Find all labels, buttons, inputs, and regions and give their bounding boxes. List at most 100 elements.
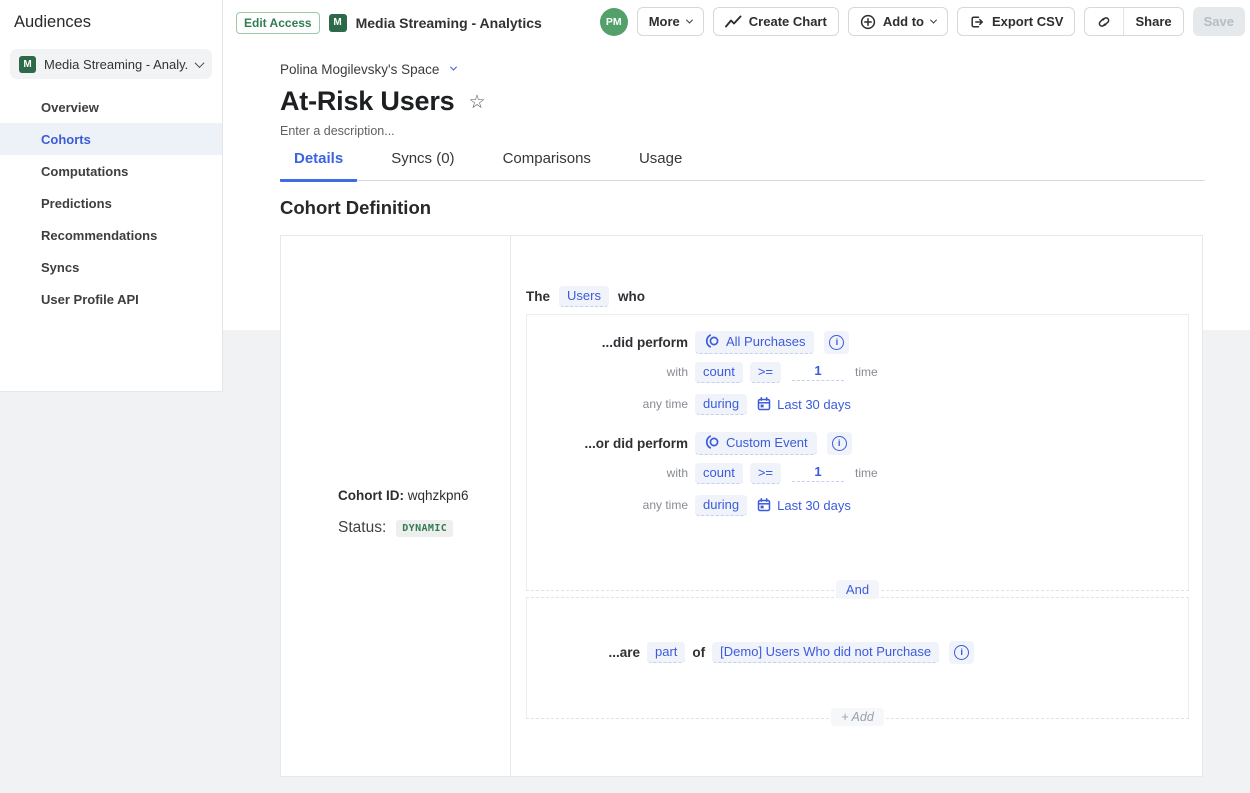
sidebar-title: Audiences	[14, 13, 91, 32]
cohort-id-label: Cohort ID:	[338, 488, 404, 503]
cohort-pill[interactable]: [Demo] Users Who did not Purchase	[712, 642, 939, 663]
tab-bar: Details Syncs (0) Comparisons Usage	[280, 150, 696, 182]
line-chart-icon	[725, 15, 742, 28]
event-row-label: ...or did perform	[527, 436, 688, 451]
date-range-label: Last 30 days	[777, 397, 851, 412]
tab-details[interactable]: Details	[280, 150, 357, 182]
date-range-label: Last 30 days	[777, 498, 851, 513]
membership-row-label: ...are	[527, 645, 640, 660]
info-icon[interactable]: i	[949, 641, 974, 664]
timeframe-row: any time during Last 30 days	[527, 393, 1188, 415]
project-selector[interactable]: M Media Streaming - Analy...	[10, 49, 212, 79]
event-name: All Purchases	[726, 334, 805, 349]
more-label: More	[649, 14, 680, 29]
project-name: Media Streaming - Analytics	[356, 15, 542, 31]
tab-usage[interactable]: Usage	[625, 150, 696, 182]
event-name: Custom Event	[726, 435, 808, 450]
project-selector-label: Media Streaming - Analy...	[44, 57, 188, 72]
status-row: Status: DYNAMIC	[338, 519, 453, 537]
breadcrumb[interactable]: Polina Mogilevsky's Space	[280, 62, 456, 77]
export-csv-button[interactable]: Export CSV	[957, 7, 1076, 36]
event-pill-all-purchases[interactable]: All Purchases	[695, 331, 814, 354]
count-value-input[interactable]	[792, 464, 844, 482]
info-icon[interactable]: i	[824, 331, 849, 354]
page-title[interactable]: At-Risk Users	[280, 86, 454, 117]
intro-who: who	[618, 289, 645, 304]
create-chart-label: Create Chart	[749, 14, 827, 29]
intro-the: The	[526, 289, 550, 304]
membership-row: ...are part of [Demo] Users Who did not …	[527, 640, 1188, 664]
aggregation-pill[interactable]: count	[695, 362, 743, 383]
count-row-label: with	[527, 466, 688, 480]
more-button[interactable]: More	[637, 7, 704, 36]
and-divider: And	[526, 580, 1189, 599]
sidebar-item-computations[interactable]: Computations	[0, 155, 222, 187]
page: Audiences M Media Streaming - Analy... O…	[0, 0, 1250, 793]
event-icon	[704, 334, 720, 348]
sidebar-item-overview[interactable]: Overview	[0, 91, 222, 123]
add-to-label: Add to	[883, 14, 924, 29]
link-icon	[1096, 14, 1112, 30]
aggregation-pill[interactable]: count	[695, 463, 743, 484]
sidebar-nav: Overview Cohorts Computations Prediction…	[0, 91, 222, 315]
builder-intro: The Users who	[526, 286, 645, 307]
chevron-down-icon	[686, 17, 693, 24]
chevron-down-icon	[450, 64, 457, 71]
count-value-input[interactable]	[792, 363, 844, 381]
timeframe-row-label: any time	[527, 397, 688, 411]
part-pill[interactable]: part	[647, 642, 685, 663]
count-unit: time	[855, 466, 878, 480]
add-filter-button[interactable]: + Add	[831, 708, 884, 726]
event-row: ...or did perform Custom Event i	[527, 431, 1188, 455]
create-chart-button[interactable]: Create Chart	[713, 7, 839, 36]
tab-comparisons[interactable]: Comparisons	[489, 150, 605, 182]
sidebar-item-recommendations[interactable]: Recommendations	[0, 219, 222, 251]
calendar-icon	[757, 498, 771, 512]
timeframe-row: any time during Last 30 days	[527, 494, 1188, 516]
save-button[interactable]: Save	[1193, 7, 1245, 36]
topbar-actions: PM More Create Chart Add to	[600, 7, 1245, 36]
membership-of: of	[692, 645, 705, 660]
cohort-builder: The Users who ...did perform All Purchas	[511, 236, 1204, 776]
description-placeholder[interactable]: Enter a description...	[280, 124, 395, 138]
sidebar-item-syncs[interactable]: Syncs	[0, 251, 222, 283]
share-button[interactable]: Share	[1123, 8, 1182, 35]
sidebar-item-user-profile-api[interactable]: User Profile API	[0, 283, 222, 315]
date-range-link[interactable]: Last 30 days	[757, 397, 851, 412]
cohort-id: Cohort ID: wqhzkpn6	[338, 488, 469, 503]
add-divider: + Add	[526, 708, 1189, 726]
and-operator[interactable]: And	[836, 580, 879, 599]
plus-circle-icon	[860, 14, 876, 30]
edit-access-badge[interactable]: Edit Access	[236, 12, 320, 34]
cohort-definition-title: Cohort Definition	[280, 197, 431, 219]
timeframe-row-label: any time	[527, 498, 688, 512]
sidebar-item-predictions[interactable]: Predictions	[0, 187, 222, 219]
operator-pill[interactable]: >=	[750, 463, 781, 484]
info-icon[interactable]: i	[827, 432, 852, 455]
status-badge: DYNAMIC	[396, 520, 453, 537]
during-pill[interactable]: during	[695, 495, 747, 516]
star-icon[interactable]: ☆	[468, 93, 485, 112]
project-logo: M	[329, 14, 347, 32]
date-range-link[interactable]: Last 30 days	[757, 498, 851, 513]
count-unit: time	[855, 365, 878, 379]
copy-link-button[interactable]	[1085, 8, 1123, 35]
users-type-pill[interactable]: Users	[559, 286, 609, 307]
tab-syncs[interactable]: Syncs (0)	[377, 150, 468, 182]
topbar-project: Edit Access M Media Streaming - Analytic…	[236, 8, 542, 37]
chevron-down-icon	[195, 58, 205, 68]
avatar[interactable]: PM	[600, 8, 628, 36]
count-row: with count >= time	[527, 362, 1188, 382]
sidebar-item-cohorts[interactable]: Cohorts	[0, 123, 222, 155]
operator-pill[interactable]: >=	[750, 362, 781, 383]
cohort-definition-panel: Cohort ID: wqhzkpn6 Status: DYNAMIC The …	[280, 235, 1203, 777]
event-pill-custom-event[interactable]: Custom Event	[695, 432, 817, 455]
event-row: ...did perform All Purchases i	[527, 330, 1188, 354]
add-to-button[interactable]: Add to	[848, 7, 948, 36]
membership-group: ...are part of [Demo] Users Who did not …	[526, 597, 1189, 719]
status-label: Status:	[338, 519, 386, 537]
event-row-label: ...did perform	[527, 335, 688, 350]
breadcrumb-label: Polina Mogilevsky's Space	[280, 62, 439, 77]
during-pill[interactable]: during	[695, 394, 747, 415]
link-share-group: Share	[1084, 7, 1183, 36]
